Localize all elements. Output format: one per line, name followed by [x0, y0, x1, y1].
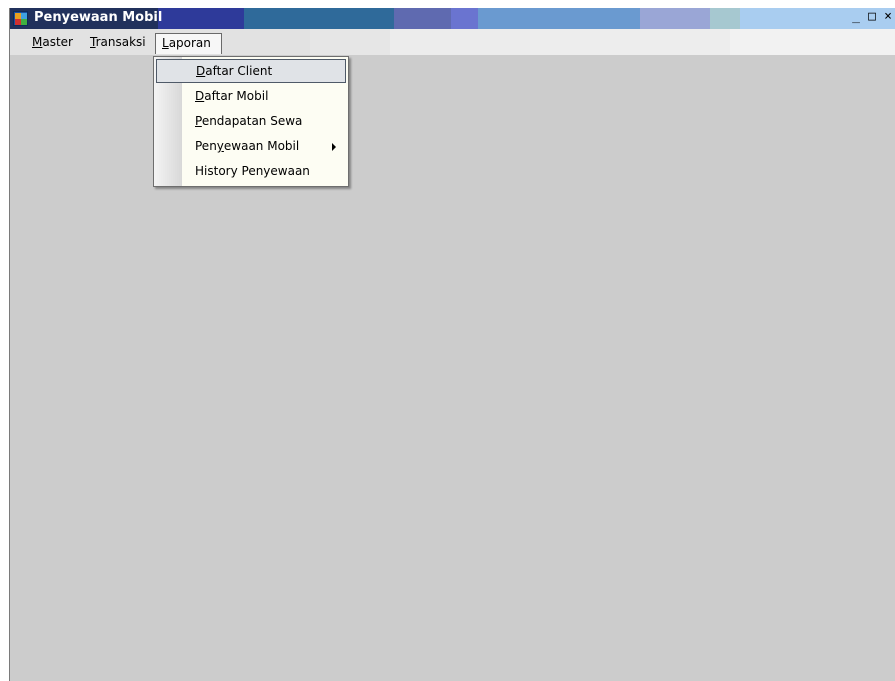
main-window: Penyewaan Mobil _ □ × Master Transaksi L…: [9, 8, 895, 681]
laporan-dropdown: Daftar Client Daftar Mobil Pendapatan Se…: [153, 56, 349, 187]
menu-item-daftar-client[interactable]: Daftar Client: [156, 59, 346, 83]
submenu-arrow-icon: [332, 143, 336, 151]
menu-item-penyewaan-mobil[interactable]: Penyewaan Mobil: [156, 135, 346, 159]
menu-item-pendapatan-sewa[interactable]: Pendapatan Sewa: [156, 110, 346, 134]
title-bar[interactable]: Penyewaan Mobil _ □ ×: [10, 8, 895, 29]
maximize-icon: □: [868, 9, 876, 24]
window-title: Penyewaan Mobil: [34, 10, 163, 25]
maximize-button[interactable]: □: [864, 10, 880, 26]
mdi-client-area: [10, 55, 895, 681]
menu-item-daftar-mobil[interactable]: Daftar Mobil: [156, 85, 346, 109]
menu-laporan[interactable]: Laporan: [155, 33, 222, 54]
menu-item-history-penyewaan[interactable]: History Penyewaan: [156, 160, 346, 184]
menu-transaksi[interactable]: Transaksi: [84, 33, 152, 52]
close-button[interactable]: ×: [880, 10, 895, 26]
minimize-icon: _: [852, 9, 860, 24]
minimize-button[interactable]: _: [848, 10, 864, 26]
close-icon: ×: [884, 9, 892, 24]
app-icon[interactable]: [13, 11, 28, 26]
menu-bar: Master Transaksi Laporan: [10, 29, 895, 55]
menu-master[interactable]: Master: [26, 33, 79, 52]
